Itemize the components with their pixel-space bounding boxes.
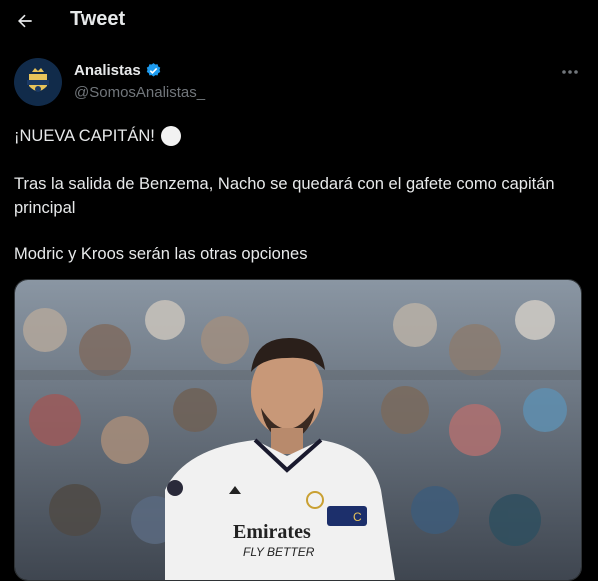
armband-letter: C [353,510,362,524]
top-bar: Tweet [0,0,598,44]
competition-badge-icon [167,480,183,496]
sponsor-line-1: Emirates [233,521,311,543]
avatar[interactable] [14,58,62,106]
white-circle-icon [160,126,181,146]
verified-badge-icon [146,63,160,77]
tweet-line-1: ¡NUEVA CAPITÁN! [14,124,584,148]
football-player-photo: C Emirates FLY BETTER [15,280,581,580]
tweet-line-2: Tras la salida de Benzema, Nacho se qued… [14,175,555,217]
club-crest-icon [14,58,62,106]
author-name-row[interactable]: Analistas [74,62,162,79]
page-title: Tweet [70,8,126,30]
tweet-media-photo[interactable]: C Emirates FLY BETTER [14,279,582,581]
tweet-line-3: Modric y Kroos serán las otras opciones [14,245,308,263]
arrow-left-icon [18,14,32,28]
back-button[interactable] [10,6,40,36]
more-horizontal-icon [562,70,578,74]
sponsor-line-2: FLY BETTER [243,545,315,559]
more-options-button[interactable] [556,60,584,84]
author-name[interactable]: Analistas [74,62,141,79]
author-handle[interactable]: @SomosAnalistas_ [74,84,205,101]
tweet-headline: ¡NUEVA CAPITÁN! [14,127,155,145]
